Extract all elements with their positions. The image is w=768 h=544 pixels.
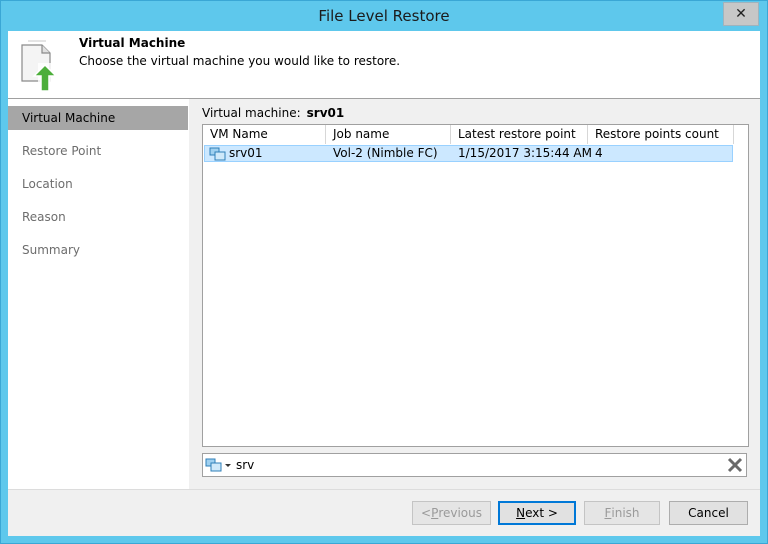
vm-filter-dropdown[interactable]	[205, 456, 233, 474]
step-location[interactable]: Location	[8, 172, 188, 196]
finish-accelerator: F	[604, 506, 612, 520]
wizard-client: Virtual Machine Choose the virtual machi…	[8, 31, 760, 536]
restore-document-icon	[21, 40, 58, 92]
page-subtitle: Choose the virtual machine you would lik…	[79, 54, 401, 68]
cell-latest-restore-point: 1/15/2017 3:15:44 AM	[458, 146, 592, 160]
previous-prefix: <	[421, 506, 432, 520]
finish-label: inish	[611, 506, 640, 520]
clear-icon	[727, 457, 743, 473]
selected-vm-row: Virtual machine: srv01	[202, 106, 344, 120]
vm-filter-icon	[205, 458, 231, 472]
vm-grid: VM Name Job name Latest restore point Re…	[202, 124, 749, 447]
column-job-name[interactable]: Job name	[326, 125, 451, 144]
wizard-steps: Virtual Machine Restore Point Location R…	[8, 99, 189, 489]
cell-job-name: Vol-2 (Nimble FC)	[333, 146, 438, 160]
title-bar[interactable]: File Level Restore ✕	[1, 1, 767, 31]
file-level-restore-window: File Level Restore ✕ Virtual Machine Cho…	[0, 0, 768, 544]
search-input[interactable]	[234, 456, 718, 474]
selected-vm-label: Virtual machine:	[202, 106, 301, 120]
vm-name-text: srv01	[229, 146, 263, 160]
previous-accelerator: P	[431, 506, 439, 520]
grid-header: VM Name Job name Latest restore point Re…	[203, 125, 734, 145]
step-restore-point[interactable]: Restore Point	[8, 139, 188, 163]
step-reason[interactable]: Reason	[8, 205, 188, 229]
vm-icon	[209, 147, 226, 160]
finish-button[interactable]: Finish	[584, 501, 660, 525]
selected-vm-value: srv01	[306, 106, 345, 120]
wizard-header: Virtual Machine Choose the virtual machi…	[8, 31, 760, 99]
previous-button[interactable]: < Previous	[412, 501, 491, 525]
close-icon: ✕	[735, 6, 747, 22]
footer-divider	[8, 489, 760, 490]
cell-restore-points-count: 4	[595, 146, 603, 160]
search-bar	[202, 453, 747, 477]
next-label: ext >	[525, 506, 558, 520]
table-row[interactable]: srv01 Vol-2 (Nimble FC) 1/15/2017 3:15:4…	[204, 145, 733, 162]
cell-vm-name: srv01	[205, 146, 327, 161]
column-restore-points-count[interactable]: Restore points count	[588, 125, 734, 144]
previous-label: revious	[438, 506, 482, 520]
cancel-button[interactable]: Cancel	[669, 501, 748, 525]
page-title: Virtual Machine	[79, 36, 186, 50]
window-title: File Level Restore	[318, 7, 450, 25]
column-vm-name[interactable]: VM Name	[203, 125, 326, 144]
close-button[interactable]: ✕	[723, 2, 759, 26]
clear-search-button[interactable]	[726, 456, 744, 474]
step-virtual-machine[interactable]: Virtual Machine	[8, 106, 188, 130]
step-summary[interactable]: Summary	[8, 238, 188, 262]
column-latest-restore-point[interactable]: Latest restore point	[451, 125, 588, 144]
next-accelerator: N	[516, 506, 526, 520]
next-button[interactable]: Next >	[498, 501, 576, 525]
